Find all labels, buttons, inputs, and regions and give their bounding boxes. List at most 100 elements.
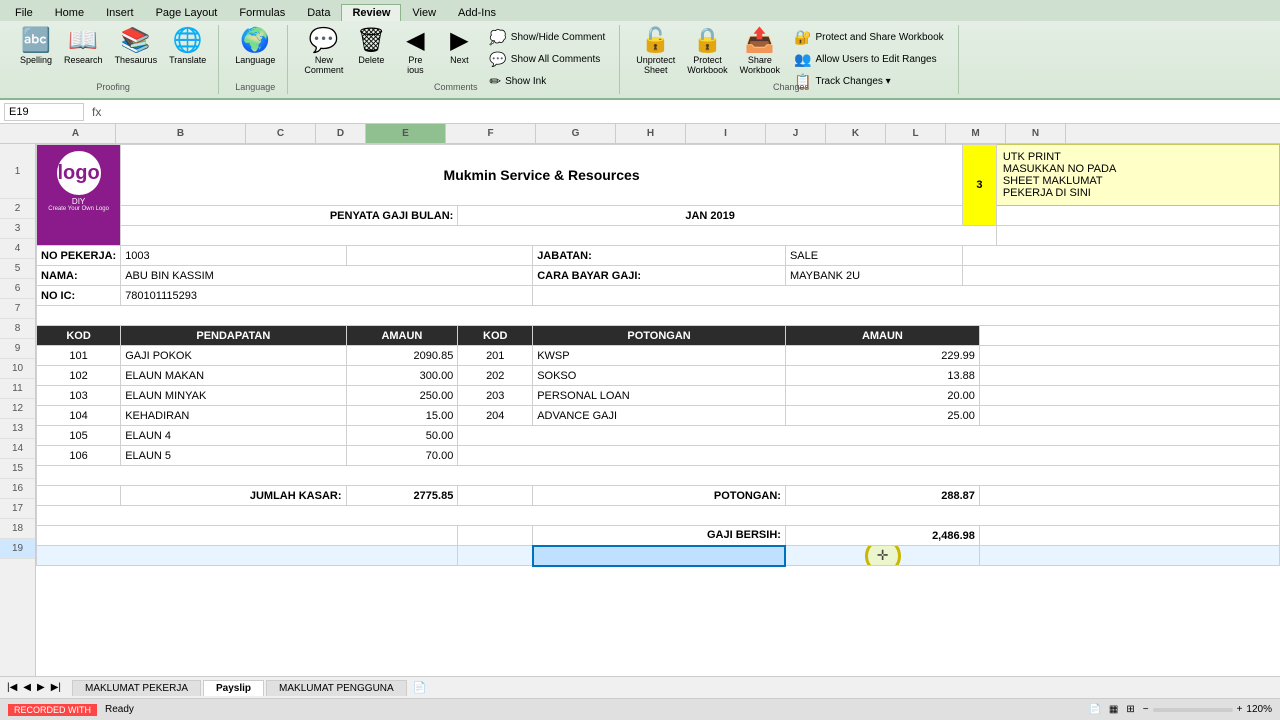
track-changes-button[interactable]: 📋 Track Changes ▾ xyxy=(788,71,950,92)
changes-group: 🔓 UnprotectSheet 🔒 ProtectWorkbook 📤 Sha… xyxy=(624,25,958,94)
row-num-9[interactable]: 9 xyxy=(0,339,35,359)
spacer-r16a xyxy=(37,486,121,506)
spacer-r13 xyxy=(458,426,1280,446)
zoom-out-button[interactable]: − xyxy=(1143,704,1149,715)
protect-share-button[interactable]: 🔐 Protect and Share Workbook xyxy=(788,27,950,48)
tab-file[interactable]: File xyxy=(4,4,44,21)
tab-insert[interactable]: Insert xyxy=(95,4,145,21)
page-break-icon[interactable]: ⊞ xyxy=(1126,704,1134,715)
page-layout-icon[interactable]: 📄 xyxy=(1088,704,1100,715)
proofing-label: Proofing xyxy=(96,82,130,92)
first-sheet-arrow[interactable]: |◀ xyxy=(4,682,20,693)
share-workbook-button[interactable]: 📤 ShareWorkbook xyxy=(736,27,784,77)
col-header-a[interactable]: A xyxy=(36,124,116,143)
row-num-18[interactable]: 18 xyxy=(0,519,35,539)
amaun-202: 13.88 xyxy=(785,366,979,386)
row-num-5[interactable]: 5 xyxy=(0,259,35,279)
research-icon: 📖 xyxy=(68,29,98,53)
tab-data[interactable]: Data xyxy=(296,4,341,21)
jumlah-kasar-value: 2775.85 xyxy=(346,486,458,506)
research-button[interactable]: 📖 Research xyxy=(60,27,107,67)
tab-addins[interactable]: Add-Ins xyxy=(447,4,507,21)
tab-page-layout[interactable]: Page Layout xyxy=(145,4,229,21)
tab-review[interactable]: Review xyxy=(341,4,401,21)
sheet-insert-icon[interactable]: 📄 xyxy=(413,681,427,694)
highlight-number-cell[interactable]: 3 xyxy=(962,145,996,226)
previous-button[interactable]: ◀ Preious xyxy=(395,27,435,77)
thesaurus-button[interactable]: 📚 Thesaurus xyxy=(111,27,162,67)
col-header-j[interactable]: J xyxy=(766,124,826,143)
show-all-comments-button[interactable]: 💬 Show All Comments xyxy=(483,49,611,70)
spacer-r12 xyxy=(979,406,1279,426)
row-num-10[interactable]: 10 xyxy=(0,359,35,379)
jabatan-value: SALE xyxy=(785,246,962,266)
row-num-14[interactable]: 14 xyxy=(0,439,35,459)
show-ink-button[interactable]: ✏ Show Ink xyxy=(483,71,611,92)
col-header-f[interactable]: F xyxy=(446,124,536,143)
col-header-b[interactable]: B xyxy=(116,124,246,143)
row-num-4[interactable]: 4 xyxy=(0,239,35,259)
row-num-16[interactable]: 16 xyxy=(0,479,35,499)
tab-home[interactable]: Home xyxy=(44,4,95,21)
cursor-cell[interactable]: ✛ xyxy=(785,546,979,566)
row-num-6[interactable]: 6 xyxy=(0,279,35,299)
tab-formulas[interactable]: Formulas xyxy=(228,4,296,21)
row-num-15[interactable]: 15 xyxy=(0,459,35,479)
col-header-e[interactable]: E xyxy=(366,124,446,143)
translate-button[interactable]: 🌐 Translate xyxy=(165,27,210,67)
protect-workbook-button[interactable]: 🔒 ProtectWorkbook xyxy=(683,27,731,77)
prev-sheet-arrow[interactable]: ◀ xyxy=(20,682,34,693)
col-header-g[interactable]: G xyxy=(536,124,616,143)
spacer-r3b xyxy=(996,226,1279,246)
spacer-r4 xyxy=(346,246,533,266)
row-num-13[interactable]: 13 xyxy=(0,419,35,439)
zoom-in-button[interactable]: + xyxy=(1237,704,1243,715)
subtitle-label: PENYATA GAJI BULAN: xyxy=(121,206,458,226)
language-button[interactable]: 🌍 Language xyxy=(231,27,279,67)
cell-reference-input[interactable]: E19 xyxy=(4,103,84,121)
spelling-button[interactable]: 🔤 Spelling xyxy=(16,27,56,67)
thesaurus-icon: 📚 xyxy=(121,29,151,53)
row-num-7[interactable]: 7 xyxy=(0,299,35,319)
zoom-slider[interactable] xyxy=(1153,708,1233,712)
row-num-12[interactable]: 12 xyxy=(0,399,35,419)
header-pendapatan: PENDAPATAN xyxy=(121,326,346,346)
formula-input[interactable] xyxy=(109,106,1276,118)
last-sheet-arrow[interactable]: ▶| xyxy=(48,682,64,693)
row-num-1[interactable]: 1 xyxy=(0,144,35,199)
sheet-tab-payslip[interactable]: Payslip xyxy=(203,680,264,696)
row-num-19[interactable]: 19 xyxy=(0,539,35,559)
grid: logo DIY Create Your Own Logo Mukmin Ser… xyxy=(36,144,1280,676)
col-header-c[interactable]: C xyxy=(246,124,316,143)
show-hide-comment-button[interactable]: 💭 Show/Hide Comment xyxy=(483,27,611,48)
row-num-17[interactable]: 17 xyxy=(0,499,35,519)
right-status: 📄 ▦ ⊞ − + 120% xyxy=(1088,704,1272,715)
sheet-tab-maklumat-pengguna[interactable]: MAKLUMAT PENGGUNA xyxy=(266,680,407,696)
tab-view[interactable]: View xyxy=(401,4,447,21)
new-comment-button[interactable]: 💬 NewComment xyxy=(300,27,347,77)
next-button[interactable]: ▶ Next xyxy=(439,27,479,67)
comment-text: UTK PRINT MASUKKAN NO PADA SHEET MAKLUMA… xyxy=(1003,151,1273,199)
table-row: JUMLAH KASAR: 2775.85 POTONGAN: 288.87 xyxy=(37,486,1280,506)
row-num-3[interactable]: 3 xyxy=(0,219,35,239)
col-header-d[interactable]: D xyxy=(316,124,366,143)
row-num-2[interactable]: 2 xyxy=(0,199,35,219)
col-header-n[interactable]: N xyxy=(1006,124,1066,143)
col-header-h[interactable]: H xyxy=(616,124,686,143)
row-num-8[interactable]: 8 xyxy=(0,319,35,339)
row-num-11[interactable]: 11 xyxy=(0,379,35,399)
col-header-i[interactable]: I xyxy=(686,124,766,143)
delete-comment-button[interactable]: 🗑 Delete xyxy=(351,27,391,67)
col-header-k[interactable]: K xyxy=(826,124,886,143)
allow-users-button[interactable]: 👥 Allow Users to Edit Ranges xyxy=(788,49,950,70)
normal-view-icon[interactable]: ▦ xyxy=(1109,704,1118,715)
sheet-tab-maklumat-pekerja[interactable]: MAKLUMAT PEKERJA xyxy=(72,680,201,696)
table-row xyxy=(37,226,1280,246)
col-header-l[interactable]: L xyxy=(886,124,946,143)
selected-cell-e19[interactable] xyxy=(533,546,786,566)
spacer-r18c xyxy=(979,526,1279,546)
next-sheet-arrow[interactable]: ▶ xyxy=(34,682,48,693)
col-header-m[interactable]: M xyxy=(946,124,1006,143)
table-row: 104 KEHADIRAN 15.00 204 ADVANCE GAJI 25.… xyxy=(37,406,1280,426)
unprotect-sheet-button[interactable]: 🔓 UnprotectSheet xyxy=(632,27,679,77)
